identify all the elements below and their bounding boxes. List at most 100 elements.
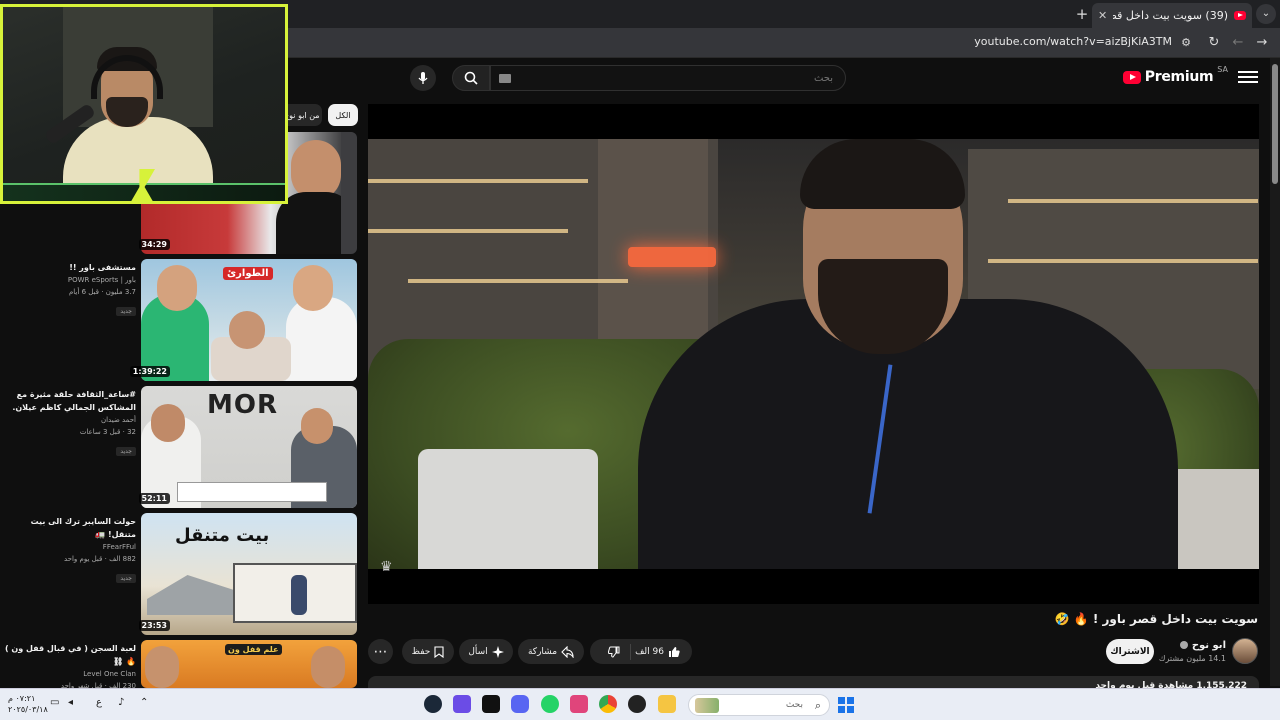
file-explorer-icon[interactable] [658, 695, 676, 713]
discord-icon[interactable] [511, 695, 529, 713]
whatsapp-icon[interactable] [541, 695, 559, 713]
new-badge: جديد [116, 307, 136, 316]
search-button[interactable] [452, 65, 490, 91]
save-button[interactable]: حفظ [402, 639, 454, 664]
channel-name[interactable]: Level One Clan [4, 668, 136, 680]
back-arrow-icon[interactable]: → [1252, 33, 1272, 53]
video-meta: #ساعة_الثقافة حلقة مثيرة مع المشاكس الجم… [4, 388, 136, 457]
like-button[interactable]: 96 الف [635, 646, 680, 658]
capcut-icon[interactable] [482, 695, 500, 713]
scrollbar-thumb[interactable] [1272, 64, 1278, 184]
logo-word: Premium [1144, 69, 1214, 85]
new-badge: جديد [116, 574, 136, 583]
list-item[interactable]: بيت متنقل 23:53 حولت السايبر ترك الى بيت… [0, 513, 358, 635]
video-duration: 1:39:22 [129, 366, 170, 377]
keyboard-icon[interactable] [499, 74, 511, 83]
youtube-premium-logo[interactable]: Premium SA [1122, 65, 1228, 87]
ask-ai-button[interactable]: اسأل [459, 639, 513, 664]
like-count: 96 الف [635, 646, 664, 657]
battery-icon[interactable]: ▭ [50, 697, 59, 708]
windows-start-icon[interactable] [838, 697, 854, 713]
chevron-up-icon[interactable]: ⌃ [140, 697, 148, 708]
sparkle-icon [491, 645, 504, 658]
video-title: سويت بيت داخل قصر باور ! 🔥 🤣 [1054, 612, 1258, 626]
video-player[interactable]: ♛ [368, 104, 1259, 604]
channel-name[interactable]: ابو نوح [1178, 640, 1226, 651]
url-field[interactable]: youtube.com/watch?v=aizBjKiA3TM [974, 35, 1172, 48]
tab-close-icon[interactable]: ✕ [1098, 9, 1107, 22]
tab-search-menu-icon[interactable]: ⌄ [1256, 4, 1276, 24]
search-box[interactable] [490, 65, 846, 91]
region-code: SA [1217, 65, 1228, 74]
thumbs-up-icon [668, 646, 680, 657]
menu-icon[interactable] [1238, 67, 1258, 87]
page-scrollbar[interactable] [1270, 58, 1280, 686]
like-divider [630, 643, 632, 660]
thumbnail-caption: بيت متنقل [175, 525, 270, 546]
search-icon: ⌕ [814, 699, 821, 712]
app-pink-icon[interactable] [570, 695, 588, 713]
video-meta: حولت السايبر ترك الى بيت متنقل! 🚛 FFearF… [4, 515, 136, 584]
youtube-favicon-icon [1234, 11, 1246, 20]
app-grid-icon[interactable] [453, 695, 471, 713]
streamer-webcam-overlay [0, 4, 288, 204]
new-badge: جديد [116, 447, 136, 456]
clock-date: ٢٠٢٥/٠٣/١٨ [8, 705, 48, 714]
save-label: حفظ [411, 646, 431, 657]
video-duration: 34:29 [138, 239, 170, 250]
thumbnail-caption: MOR [207, 390, 278, 420]
video-thumbnail[interactable]: بيت متنقل [141, 513, 357, 635]
list-item[interactable]: الطوارئ 1:39:22 مستشفى باور !! باور | PO… [0, 259, 358, 381]
clock-time: ٠٧:٢١ م [8, 694, 36, 703]
voice-search-button[interactable] [410, 65, 436, 91]
video-meta: لعبة السجن ( في قبال قفل ون ) 🔥 ⛓ Level … [4, 642, 136, 688]
video-stats: 3.7 مليون · قبل 6 أيام [68, 288, 136, 296]
taskbar-search[interactable]: ⌕ بحث [688, 694, 830, 716]
reload-icon[interactable]: ↻ [1204, 33, 1224, 53]
microphone-icon[interactable]: ♪ [118, 697, 124, 708]
dislike-button[interactable] [602, 646, 626, 658]
like-dislike-group: 96 الف [590, 639, 692, 664]
video-title[interactable]: #ساعة_الثقافة حلقة مثيرة مع المشاكس الجم… [4, 388, 136, 414]
channel-watermark-icon[interactable]: ♛ [380, 559, 393, 575]
steam-icon[interactable] [424, 695, 442, 713]
video-title[interactable]: لعبة السجن ( في قبال قفل ون ) 🔥 ⛓ [4, 642, 136, 668]
share-button[interactable]: مشاركة [518, 639, 584, 664]
chatgpt-icon[interactable] [628, 695, 646, 713]
forward-arrow-icon[interactable]: ← [1228, 33, 1248, 53]
site-info-icon[interactable]: ⚙ [1176, 33, 1196, 53]
chip-all[interactable]: الكل [328, 104, 358, 126]
chrome-icon[interactable] [599, 695, 617, 713]
channel-avatar[interactable] [1232, 638, 1258, 664]
share-icon [561, 645, 574, 658]
more-actions-button[interactable]: ⋯ [368, 639, 393, 664]
browser-tab-active[interactable]: (39) سويت بيت داخل قصر باور ! 🔥 ✕ [1092, 3, 1252, 28]
video-thumbnail[interactable]: MOR [141, 386, 357, 508]
taskbar-search-text: بحث [785, 700, 803, 710]
video-duration: 52:11 [138, 493, 170, 504]
video-frame [368, 139, 1259, 569]
thumbs-down-icon [608, 646, 620, 658]
video-thumbnail[interactable]: علم قفل ون [141, 640, 357, 688]
search-input[interactable] [533, 71, 833, 85]
video-title[interactable]: حولت السايبر ترك الى بيت متنقل! 🚛 [4, 515, 136, 541]
video-stats: 882 الف · قبل يوم واحد [63, 555, 136, 563]
video-title[interactable]: مستشفى باور !! [4, 261, 136, 274]
tab-title: (39) سويت بيت داخل قصر باور ! 🔥 [1113, 9, 1228, 22]
subscribe-button[interactable]: الاشتراك [1106, 639, 1154, 664]
channel-name[interactable]: باور | POWR eSports [4, 274, 136, 286]
search-highlight-art [695, 698, 719, 713]
presenter-hair [800, 139, 965, 209]
list-item[interactable]: MOR 52:11 #ساعة_الثقافة حلقة مثيرة مع ال… [0, 386, 358, 508]
channel-name[interactable]: FFearFFul [4, 541, 136, 553]
speaker-icon[interactable]: ◂ [68, 697, 73, 708]
new-tab-button[interactable]: + [1072, 4, 1092, 24]
language-indicator[interactable]: ع [96, 697, 102, 708]
video-thumbnail[interactable]: الطوارئ [141, 259, 357, 381]
video-meta: مستشفى باور !! باور | POWR eSports 3.7 م… [4, 261, 136, 317]
taskbar-clock[interactable]: ٠٧:٢١ م ٢٠٢٥/٠٣/١٨ [8, 693, 48, 715]
video-stats: 230 الف · قبل شهر واحد [60, 682, 136, 688]
list-item[interactable]: علم قفل ون لعبة السجن ( في قبال قفل ون )… [0, 640, 358, 688]
video-stats: 32 · قبل 3 ساعات [79, 428, 136, 436]
channel-name[interactable]: أحمد ضيدان [4, 414, 136, 426]
